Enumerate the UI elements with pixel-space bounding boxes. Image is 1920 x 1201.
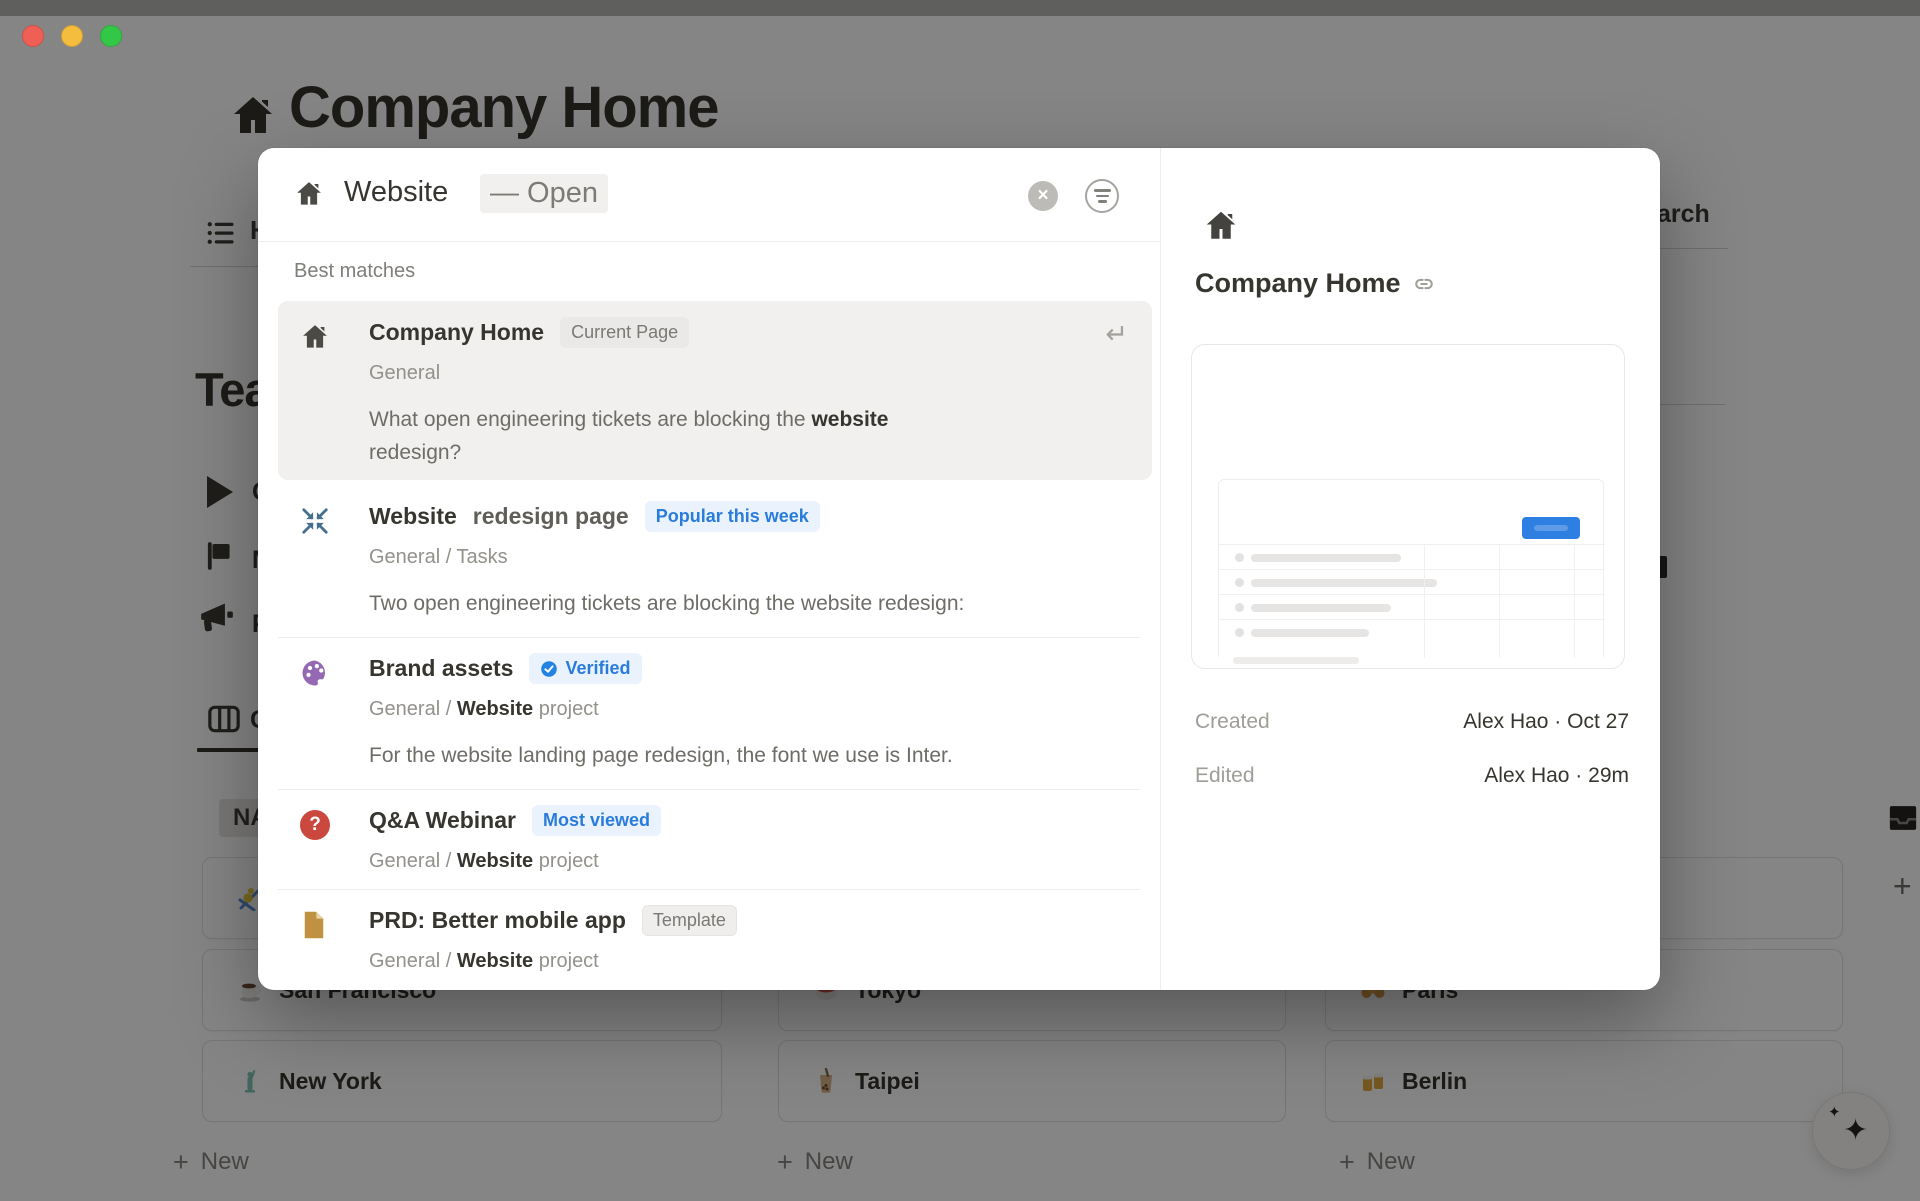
- clear-search-button[interactable]: ×: [1028, 181, 1058, 211]
- created-value: Alex Hao · Oct 27: [1463, 710, 1629, 734]
- question-mark-icon: ?: [300, 810, 330, 840]
- preview-mock-button: [1522, 517, 1580, 539]
- divider: [278, 789, 1140, 790]
- result-path: General / Website project: [369, 850, 599, 873]
- current-page-badge: Current Page: [560, 317, 689, 348]
- result-website-redesign-page[interactable]: Website redesign page Popular this week …: [278, 493, 1152, 637]
- verified-seal-icon: [540, 660, 558, 678]
- popular-badge: Popular this week: [645, 501, 820, 532]
- result-path: General / Website project: [369, 950, 599, 973]
- edited-label: Edited: [1195, 764, 1255, 788]
- result-qa-webinar[interactable]: ? Q&A Webinar Most viewed General / Webs…: [278, 797, 1152, 889]
- zoom-window-button[interactable]: [100, 25, 122, 47]
- verified-badge: Verified: [529, 653, 641, 684]
- result-title: Company Home: [369, 319, 544, 346]
- home-icon: [294, 179, 324, 209]
- template-badge: Template: [642, 905, 737, 936]
- most-viewed-badge: Most viewed: [532, 805, 661, 836]
- result-title: PRD: Better mobile app: [369, 907, 626, 934]
- result-title: Q&A Webinar: [369, 807, 516, 834]
- result-snippet: What open engineering tickets are blocki…: [369, 403, 914, 469]
- search-query-text[interactable]: Website: [344, 176, 448, 209]
- palette-icon: [300, 658, 330, 688]
- close-window-button[interactable]: [22, 25, 44, 47]
- preview-mock-bar: [1233, 657, 1359, 664]
- preview-mock-table: [1218, 479, 1604, 657]
- result-title-rest: redesign page: [473, 503, 629, 530]
- page-preview-thumbnail[interactable]: [1191, 344, 1625, 669]
- result-path: General / Website project: [369, 698, 599, 721]
- enter-key-icon: ↵: [1105, 319, 1128, 350]
- preview-page-title: Company Home: [1195, 268, 1401, 299]
- document-icon: [300, 910, 328, 940]
- result-title: Brand assets: [369, 655, 513, 682]
- created-meta-row: Created Alex Hao · Oct 27: [1195, 710, 1629, 736]
- home-icon: [1203, 208, 1239, 244]
- result-prd-better-mobile-app[interactable]: PRD: Better mobile app Template General …: [278, 897, 1152, 990]
- filter-button[interactable]: [1085, 179, 1119, 213]
- minimize-window-button[interactable]: [61, 25, 83, 47]
- divider: [278, 637, 1140, 638]
- search-autocomplete-suggestion[interactable]: — Open: [480, 174, 608, 213]
- result-path: General: [369, 362, 440, 385]
- result-title: Website: [369, 503, 457, 530]
- copy-link-icon[interactable]: [1413, 273, 1435, 295]
- collapse-arrows-icon: [300, 506, 330, 536]
- result-snippet: Two open engineering tickets are blockin…: [369, 587, 964, 620]
- result-snippet: For the website landing page redesign, t…: [369, 739, 953, 772]
- result-company-home[interactable]: Company Home Current Page ↵ General What…: [278, 301, 1152, 480]
- edited-meta-row: Edited Alex Hao · 29m: [1195, 764, 1629, 790]
- edited-value: Alex Hao · 29m: [1484, 764, 1629, 788]
- divider: [278, 889, 1140, 890]
- created-label: Created: [1195, 710, 1270, 734]
- page-preview-panel: Company Home Created Ale: [1161, 148, 1660, 990]
- result-path: General / Tasks: [369, 546, 508, 569]
- search-results-panel: Website — Open × Best matches Company Ho…: [258, 148, 1161, 990]
- results-section-label: Best matches: [294, 260, 415, 283]
- result-brand-assets[interactable]: Brand assets Verified General / Website …: [278, 645, 1152, 789]
- home-icon: [300, 322, 330, 352]
- search-input[interactable]: Website — Open ×: [258, 148, 1161, 242]
- search-modal: Website — Open × Best matches Company Ho…: [258, 148, 1660, 990]
